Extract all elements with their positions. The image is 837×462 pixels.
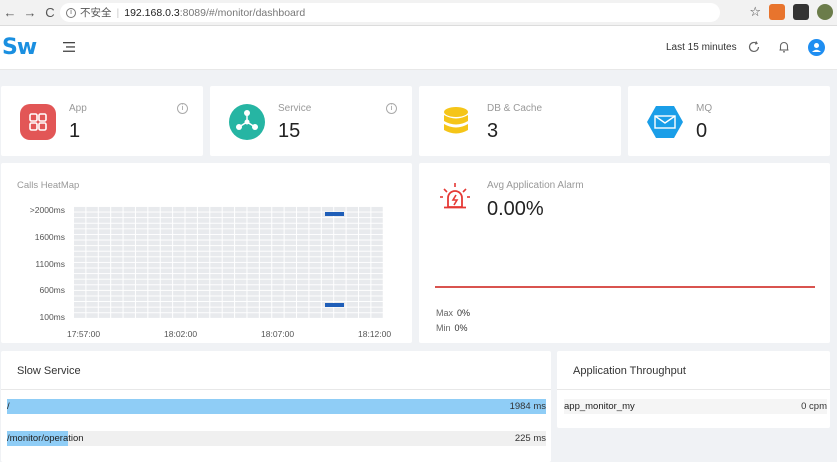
logo[interactable]: Sw — [2, 35, 37, 60]
apps-grid-icon — [20, 104, 56, 140]
heatmap-cell[interactable] — [325, 212, 344, 216]
service-latency: 1984 ms — [509, 401, 546, 412]
stat-value: 3 — [487, 120, 499, 142]
back-icon[interactable]: ← — [0, 3, 20, 23]
user-icon — [812, 43, 821, 52]
stat-card-app: App 1 i — [1, 86, 203, 156]
heatmap-grid[interactable] — [73, 206, 383, 318]
address-bar[interactable]: i 不安全 | 192.168.0.3:8089/#/monitor/dashb… — [60, 3, 720, 22]
service-name: /monitor/operation — [7, 433, 84, 444]
y-axis-label: 100ms — [39, 312, 65, 322]
stat-card-mq: MQ 0 — [628, 86, 830, 156]
alarm-max-value: 0% — [457, 308, 471, 318]
info-icon[interactable]: i — [177, 103, 188, 114]
stat-label: MQ — [696, 103, 713, 114]
slow-service-title: Slow Service — [17, 365, 81, 377]
slow-service-row[interactable]: / 1984 ms — [7, 399, 546, 414]
reload-icon[interactable]: C — [40, 3, 60, 23]
application-name: app_monitor_my — [564, 401, 635, 412]
section-divider — [557, 389, 830, 390]
service-name: / — [7, 401, 10, 412]
application-throughput: 0 cpm — [801, 401, 827, 412]
profile-avatar-icon[interactable] — [817, 4, 833, 20]
slow-service-panel: Slow Service / 1984 ms /monitor/operatio… — [1, 351, 551, 462]
alarm-panel: Avg Application Alarm 0.00% Max 0% Min 0% — [419, 163, 830, 343]
y-axis-label: >2000ms — [29, 205, 65, 215]
stat-card-db-cache: DB & Cache 3 — [419, 86, 621, 156]
alarm-label: Avg Application Alarm — [487, 180, 584, 191]
section-divider — [1, 389, 551, 390]
heatmap-panel: Calls HeatMap >2000ms 1600ms 1100ms 600m… — [1, 163, 412, 343]
extension-dark-icon[interactable] — [793, 4, 809, 20]
refresh-icon[interactable] — [746, 39, 762, 55]
alarm-value: 0.00% — [487, 198, 544, 220]
slow-service-row[interactable]: /monitor/operation 225 ms — [7, 431, 546, 446]
stat-label: DB & Cache — [487, 103, 543, 114]
y-axis-label: 1100ms — [35, 259, 65, 269]
service-latency: 225 ms — [514, 433, 546, 444]
bookmark-star-icon[interactable]: ☆ — [749, 4, 761, 20]
url-host: 192.168.0.3 — [124, 6, 180, 19]
alarm-min-label: Min — [436, 323, 451, 333]
info-icon[interactable]: i — [66, 7, 76, 18]
alarm-min-value: 0% — [454, 323, 468, 333]
menu-toggle-icon[interactable] — [62, 40, 76, 54]
stat-card-service: Service 15 i — [210, 86, 412, 156]
service-nodes-icon — [229, 104, 265, 140]
app-header: Sw Last 15 minutes — [0, 26, 837, 70]
database-icon — [444, 107, 468, 134]
browser-toolbar: ← → C i 不安全 | 192.168.0.3:8089/#/monitor… — [0, 0, 837, 26]
x-axis-label: 17:57:00 — [67, 329, 101, 339]
forward-icon[interactable]: → — [20, 3, 40, 23]
x-axis-label: 18:02:00 — [164, 329, 198, 339]
alarm-max-label: Max — [436, 308, 454, 318]
alarm-max: Max 0% — [436, 308, 470, 318]
stat-value: 0 — [696, 120, 708, 142]
time-range-selector[interactable]: Last 15 minutes — [666, 42, 737, 53]
alarm-siren-icon — [440, 183, 470, 209]
alarm-trend-line — [435, 286, 815, 288]
throughput-title: Application Throughput — [573, 365, 686, 377]
info-icon[interactable]: i — [386, 103, 397, 114]
message-queue-icon — [647, 106, 683, 138]
security-label: 不安全 — [80, 7, 112, 19]
user-avatar[interactable] — [808, 39, 825, 56]
throughput-panel: Application Throughput app_monitor_my 0 … — [557, 351, 830, 428]
stat-value: 1 — [69, 120, 81, 142]
y-axis-label: 1600ms — [34, 232, 65, 242]
stat-label: App — [69, 103, 87, 114]
url-path: :8089/#/monitor/dashboard — [179, 6, 306, 19]
alarm-min: Min 0% — [436, 323, 468, 333]
stat-value: 15 — [278, 120, 301, 142]
stat-label: Service — [278, 103, 312, 114]
slow-service-bar — [7, 399, 546, 414]
y-axis-label: 600ms — [39, 285, 65, 295]
extension-fox-icon[interactable] — [769, 4, 785, 20]
heatmap-title: Calls HeatMap — [17, 180, 80, 191]
x-axis-label: 18:12:00 — [358, 329, 392, 339]
heatmap-cell[interactable] — [325, 303, 344, 307]
bell-icon[interactable] — [776, 39, 792, 55]
throughput-row[interactable]: app_monitor_my 0 cpm — [564, 399, 827, 414]
x-axis-label: 18:07:00 — [261, 329, 295, 339]
address-separator: | — [116, 6, 120, 19]
